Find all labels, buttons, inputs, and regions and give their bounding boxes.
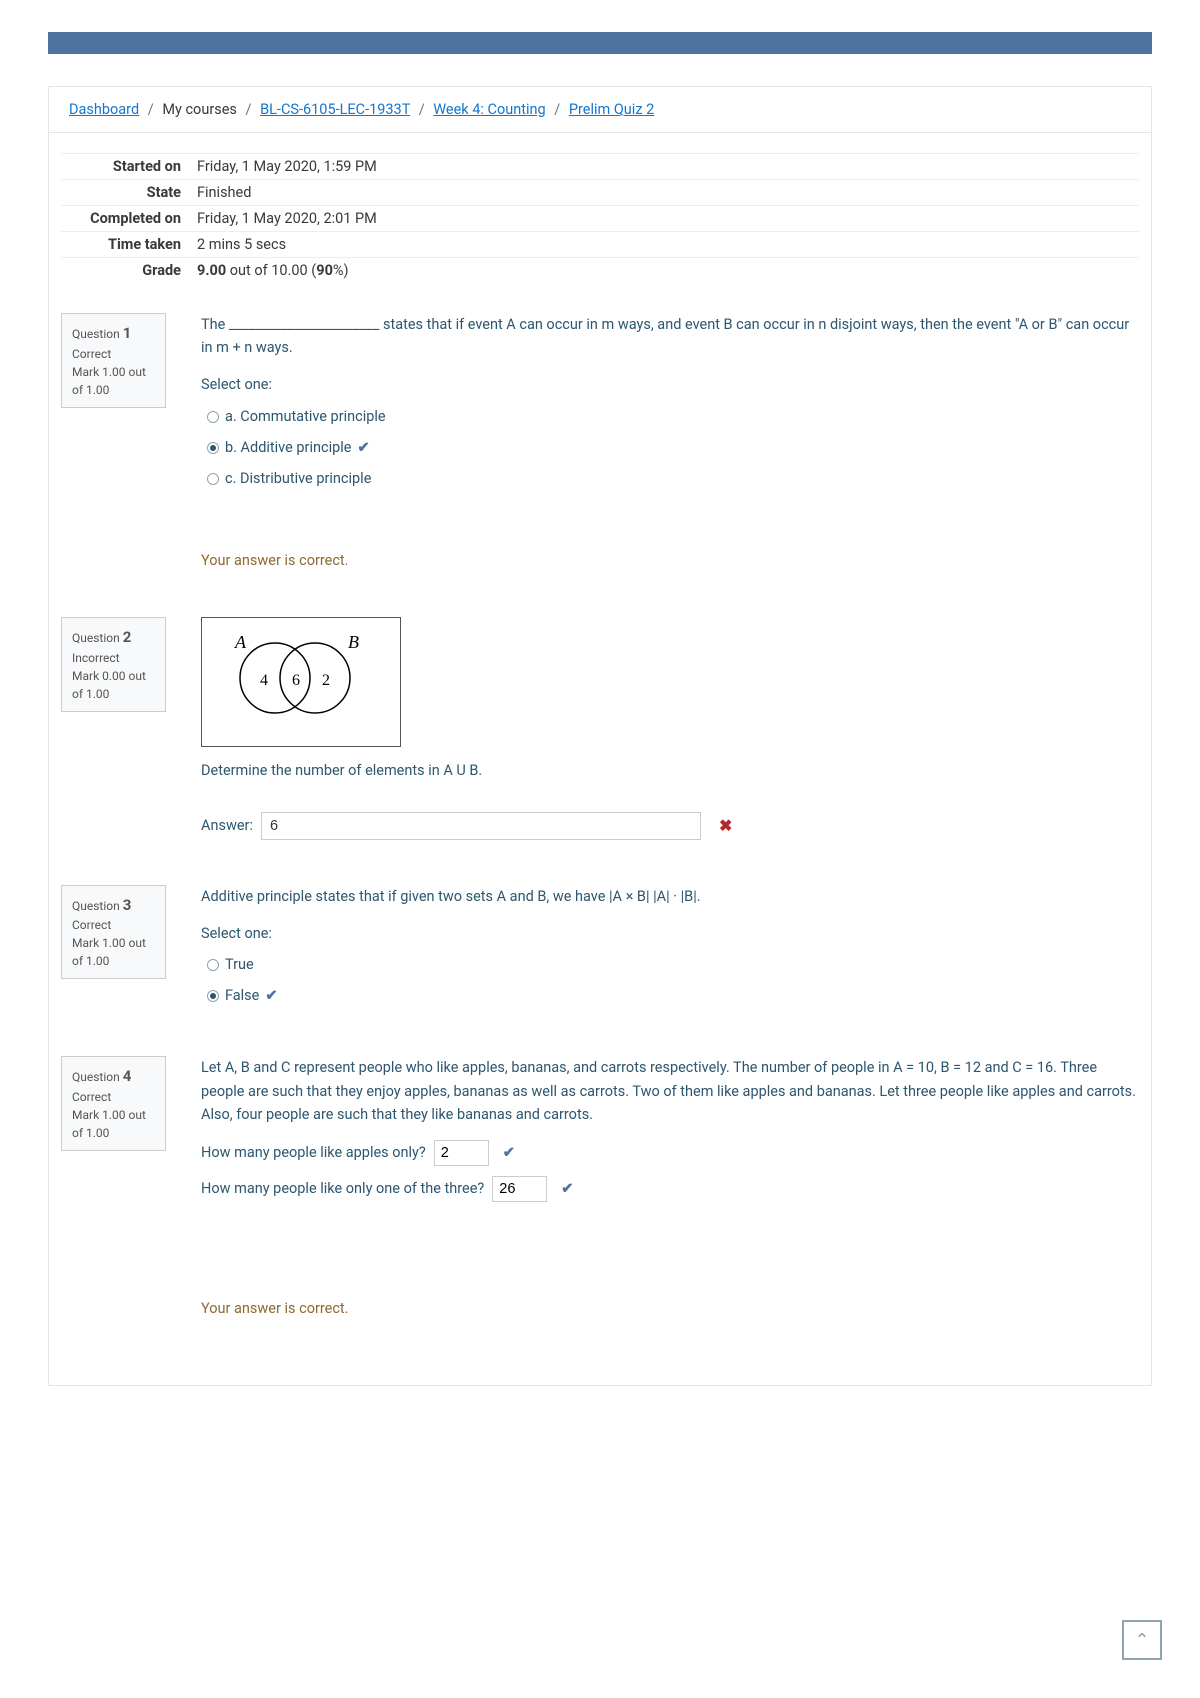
question-number: 1 bbox=[123, 324, 132, 342]
venn-left-value: 4 bbox=[260, 672, 268, 689]
answer-option-false[interactable]: False✔ bbox=[201, 980, 1139, 1011]
value-state: Finished bbox=[189, 180, 1139, 206]
venn-diagram: A B 4 6 2 bbox=[201, 617, 401, 746]
question-state: Correct bbox=[72, 345, 155, 363]
answer-option-c[interactable]: c. Distributive principle bbox=[201, 463, 1139, 494]
select-one-label: Select one: bbox=[201, 922, 1139, 945]
quiz-review-card: Dashboard / My courses / BL-CS-6105-LEC-… bbox=[48, 86, 1152, 1386]
scroll-to-top-button[interactable]: ⌃ bbox=[1122, 1620, 1162, 1660]
venn-label-a: A bbox=[234, 632, 247, 652]
question-number: 3 bbox=[123, 896, 132, 914]
attempt-summary-table: Started on Friday, 1 May 2020, 1:59 PM S… bbox=[61, 153, 1139, 283]
breadcrumb-section[interactable]: Week 4: Counting bbox=[433, 101, 545, 118]
breadcrumb-sep: / bbox=[414, 101, 430, 118]
breadcrumb-quiz[interactable]: Prelim Quiz 2 bbox=[569, 101, 654, 118]
chevron-up-icon: ⌃ bbox=[1134, 1630, 1149, 1651]
value-time-taken: 2 mins 5 secs bbox=[189, 232, 1139, 258]
breadcrumb-sep: / bbox=[241, 101, 257, 118]
question-mark: Mark 1.00 out of 1.00 bbox=[72, 363, 155, 399]
top-brand-bar bbox=[48, 32, 1152, 54]
question-info: Question 4 Correct Mark 1.00 out of 1.00 bbox=[61, 1056, 166, 1151]
breadcrumb: Dashboard / My courses / BL-CS-6105-LEC-… bbox=[49, 87, 1151, 133]
radio-empty-icon bbox=[207, 411, 219, 423]
answer-feedback: Your answer is correct. bbox=[201, 549, 1139, 572]
label-time-taken: Time taken bbox=[61, 232, 189, 258]
question-mark: Mark 1.00 out of 1.00 bbox=[72, 1106, 155, 1142]
table-row: State Finished bbox=[61, 180, 1139, 206]
question-2: Question 2 Incorrect Mark 0.00 out of 1.… bbox=[61, 617, 1139, 839]
label-grade: Grade bbox=[61, 258, 189, 284]
breadcrumb-mycourses: My courses bbox=[162, 101, 237, 118]
venn-right-value: 2 bbox=[322, 672, 330, 689]
value-completed-on: Friday, 1 May 2020, 2:01 PM bbox=[189, 206, 1139, 232]
breadcrumb-sep: / bbox=[143, 101, 159, 118]
radio-selected-icon bbox=[207, 442, 219, 454]
question-state: Correct bbox=[72, 916, 155, 934]
answer-option-a[interactable]: a. Commutative principle bbox=[201, 401, 1139, 432]
radio-selected-icon bbox=[207, 990, 219, 1002]
question-number: 2 bbox=[123, 628, 132, 646]
x-icon: ✖ bbox=[719, 813, 732, 839]
question-text: Let A, B and C represent people who like… bbox=[201, 1056, 1139, 1126]
check-icon: ✔ bbox=[357, 436, 369, 459]
subquestion-2: How many people like only one of the thr… bbox=[201, 1177, 484, 1200]
label-state: State bbox=[61, 180, 189, 206]
answer-feedback: Your answer is correct. bbox=[201, 1297, 1139, 1320]
breadcrumb-dashboard[interactable]: Dashboard bbox=[69, 101, 139, 118]
grade-pct: 90 bbox=[316, 262, 333, 279]
value-grade: 9.00 out of 10.00 (90%) bbox=[189, 258, 1139, 284]
check-icon: ✔ bbox=[561, 1177, 573, 1200]
answer-option-true[interactable]: True bbox=[201, 949, 1139, 980]
breadcrumb-course[interactable]: BL-CS-6105-LEC-1933T bbox=[260, 101, 410, 118]
question-number: 4 bbox=[123, 1067, 132, 1085]
question-text: Additive principle states that if given … bbox=[201, 885, 1139, 908]
question-mark: Mark 1.00 out of 1.00 bbox=[72, 934, 155, 970]
label-completed-on: Completed on bbox=[61, 206, 189, 232]
grade-score: 9.00 bbox=[197, 262, 226, 279]
question-3: Question 3 Correct Mark 1.00 out of 1.00… bbox=[61, 885, 1139, 1012]
subquestion-1: How many people like apples only? bbox=[201, 1141, 426, 1164]
venn-mid-value: 6 bbox=[292, 672, 300, 689]
question-4: Question 4 Correct Mark 1.00 out of 1.00… bbox=[61, 1056, 1139, 1320]
check-icon: ✔ bbox=[265, 984, 277, 1007]
table-row: Completed on Friday, 1 May 2020, 2:01 PM bbox=[61, 206, 1139, 232]
subanswer-2-input[interactable] bbox=[492, 1176, 547, 1202]
venn-label-b: B bbox=[348, 632, 359, 652]
check-icon: ✔ bbox=[503, 1141, 515, 1164]
value-started-on: Friday, 1 May 2020, 1:59 PM bbox=[189, 154, 1139, 180]
select-one-label: Select one: bbox=[201, 373, 1139, 396]
answer-label: Answer: bbox=[201, 814, 253, 837]
question-info: Question 2 Incorrect Mark 0.00 out of 1.… bbox=[61, 617, 166, 712]
radio-empty-icon bbox=[207, 473, 219, 485]
answer-option-b[interactable]: b. Additive principle✔ bbox=[201, 432, 1139, 463]
question-text: The _______________________ states that … bbox=[201, 313, 1139, 359]
breadcrumb-sep: / bbox=[549, 101, 565, 118]
table-row: Time taken 2 mins 5 secs bbox=[61, 232, 1139, 258]
subanswer-1-input[interactable] bbox=[434, 1140, 489, 1166]
question-info: Question 1 Correct Mark 1.00 out of 1.00 bbox=[61, 313, 166, 408]
question-1: Question 1 Correct Mark 1.00 out of 1.00… bbox=[61, 313, 1139, 572]
table-row: Started on Friday, 1 May 2020, 1:59 PM bbox=[61, 154, 1139, 180]
question-state: Correct bbox=[72, 1088, 155, 1106]
question-mark: Mark 0.00 out of 1.00 bbox=[72, 667, 155, 703]
radio-empty-icon bbox=[207, 959, 219, 971]
question-state: Incorrect bbox=[72, 649, 155, 667]
label-started-on: Started on bbox=[61, 154, 189, 180]
question-text: Determine the number of elements in A U … bbox=[201, 759, 1139, 782]
answer-input[interactable] bbox=[261, 812, 701, 840]
question-info: Question 3 Correct Mark 1.00 out of 1.00 bbox=[61, 885, 166, 980]
table-row: Grade 9.00 out of 10.00 (90%) bbox=[61, 258, 1139, 284]
